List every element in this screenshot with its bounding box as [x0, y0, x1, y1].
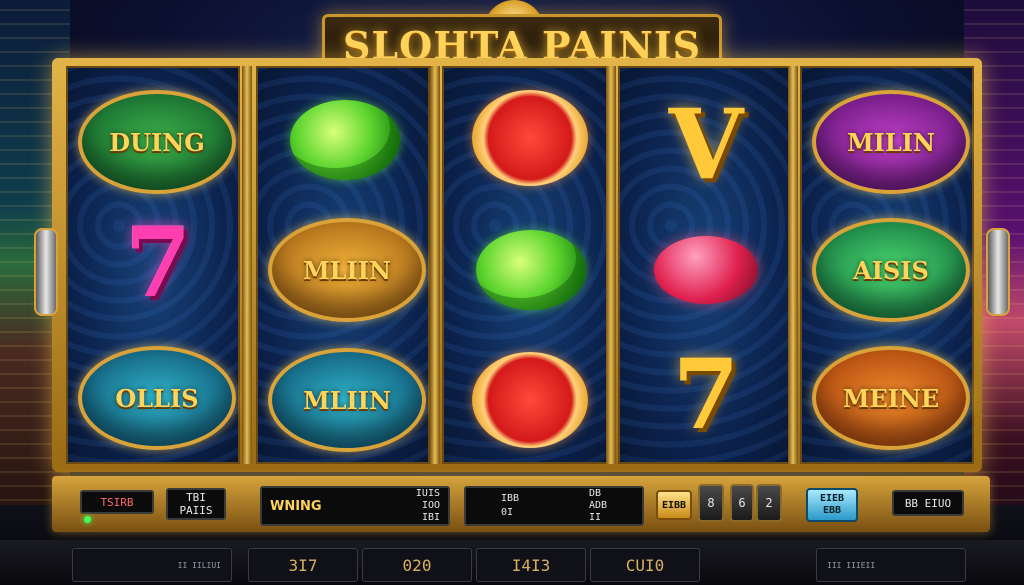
- symbol-badge: AISIS: [812, 218, 970, 322]
- bottom-info-left: II IILIUI: [72, 548, 232, 582]
- win-value-b: IOO: [421, 500, 440, 511]
- bottom-display-4: CUI0: [590, 548, 700, 582]
- reel-divider: [430, 66, 440, 464]
- bet-value-e: II: [588, 512, 602, 523]
- symbol-badge: MILIN: [812, 90, 970, 194]
- bet-value-c: 0I: [500, 507, 514, 518]
- symbol-badge: DUING: [78, 90, 236, 194]
- bottom-display-2: 020: [362, 548, 472, 582]
- bet-6-button[interactable]: 6: [730, 484, 754, 522]
- symbol-lime: [476, 230, 586, 310]
- reel-divider: [242, 66, 252, 464]
- win-value-c: IBI: [421, 512, 440, 523]
- bet-2-button[interactable]: 2: [756, 484, 782, 522]
- display-counter-2-line2: PAIIS: [179, 504, 213, 517]
- spin-button-line2: EBB: [822, 505, 842, 516]
- symbol-grapefruit: [472, 352, 588, 448]
- symbol-badge: OLLIS: [78, 346, 236, 450]
- bet-value-a: IBB: [500, 493, 520, 504]
- symbol-badge: MLIIN: [268, 218, 426, 322]
- display-counter-1: TSIRB: [80, 490, 154, 514]
- symbol-lime: [290, 100, 400, 180]
- bet-8-button[interactable]: 8: [698, 484, 724, 522]
- reel-4: V 7: [618, 66, 792, 464]
- symbol-seven: 7: [672, 338, 740, 451]
- reel-1: DUING 7 OLLIS: [66, 66, 240, 464]
- credit-display: BB EIUO: [892, 490, 964, 516]
- display-counter-2-line1: TBI: [186, 491, 206, 504]
- spin-button[interactable]: EIEB EBB: [806, 488, 858, 522]
- symbol-badge: MEINE: [812, 346, 970, 450]
- reel-divider: [788, 66, 798, 464]
- bet-display: IBB 0I DB ADB II: [464, 486, 644, 526]
- left-side-knob: [34, 228, 58, 316]
- reel-3: [442, 66, 616, 464]
- max-bet-button[interactable]: EIBB: [656, 490, 692, 520]
- win-label: WNING: [270, 498, 322, 514]
- bet-value-b: DB: [588, 488, 602, 499]
- symbol-badge: MLIIN: [268, 348, 426, 452]
- display-counter-2: TBI PAIIS: [166, 488, 226, 520]
- win-value-a: IUIS: [415, 488, 440, 499]
- spin-button-line1: EIEB: [819, 493, 845, 504]
- status-led: [84, 516, 91, 523]
- reel-divider: [606, 66, 616, 464]
- bottom-display-1: 3I7: [248, 548, 358, 582]
- bottom-info-right: III IIIEII: [816, 548, 966, 582]
- win-display: WNING IUIS IOO IBI: [260, 486, 450, 526]
- reel-2: MLIIN MLIIN: [256, 66, 430, 464]
- symbol-gem: [654, 236, 758, 304]
- bet-value-d: ADB: [588, 500, 608, 511]
- symbol-seven: 7: [124, 206, 192, 319]
- reel-5: MILIN AISIS MEINE: [800, 66, 974, 464]
- bottom-display-3: I4I3: [476, 548, 586, 582]
- symbol-grapefruit: [472, 90, 588, 186]
- symbol-v: V: [668, 88, 744, 201]
- right-side-knob: [986, 228, 1010, 316]
